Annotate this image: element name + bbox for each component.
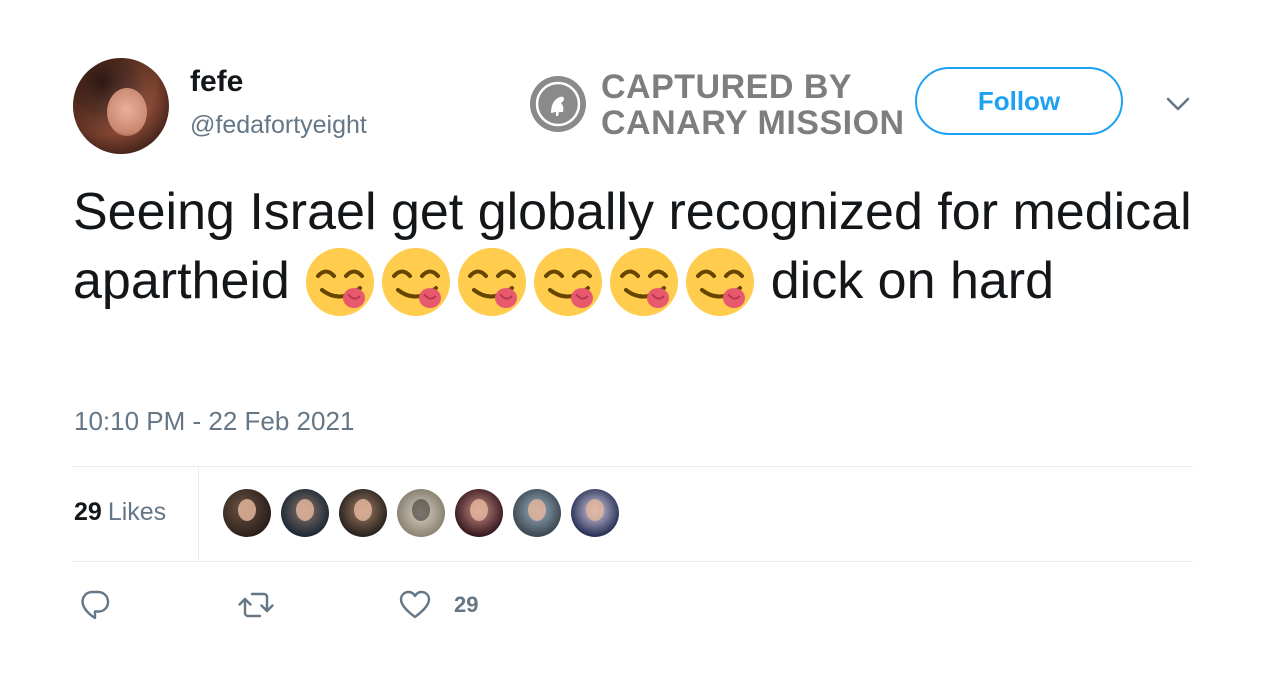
liker-avatar[interactable] [455,489,503,537]
heart-icon [399,590,431,619]
liker-avatar[interactable] [281,489,329,537]
tweet-timestamp[interactable]: 10:10 PM - 22 Feb 2021 [74,405,354,437]
liker-avatar[interactable] [513,489,561,537]
likes-label: Likes [107,498,167,526]
watermark-line-1: CAPTURED BY [601,68,853,106]
emoji-row [304,248,756,316]
likes-stat[interactable]: 29 Likes [74,496,166,528]
liker-avatar[interactable] [223,489,271,537]
author-avatar[interactable] [73,58,169,154]
stats-divider [198,467,199,561]
yum-emoji-icon [534,248,603,316]
reply-button[interactable] [79,588,111,622]
yum-emoji-icon [610,248,679,316]
like-button[interactable]: 29 [398,588,478,622]
follow-button[interactable]: Follow [915,67,1123,135]
likes-count: 29 [74,498,102,526]
tweet-text: Seeing Israel get globally recognized fo… [73,178,1193,318]
divider-top [73,466,1193,467]
canary-mission-logo [530,76,586,132]
tweet-text-after: dick on hard [756,252,1055,310]
author-handle[interactable]: @fedafortyeight [190,110,367,140]
watermark-text: CAPTURED BY CANARY MISSION [601,70,905,142]
yum-emoji-icon [458,248,527,316]
retweet-icon [238,592,274,618]
divider-bottom [73,561,1193,562]
liker-avatars [223,489,629,539]
watermark-line-2: CANARY MISSION [601,104,905,142]
yum-emoji-icon [686,248,755,316]
liker-avatar[interactable] [397,489,445,537]
liker-avatar[interactable] [571,489,619,537]
yum-emoji-icon [306,248,375,316]
avatar-face [107,88,147,136]
author-display-name[interactable]: fefe [190,64,243,100]
like-count: 29 [454,592,479,617]
reply-icon [81,590,110,620]
liker-avatar[interactable] [339,489,387,537]
retweet-button[interactable] [237,588,275,622]
chevron-down-icon[interactable] [1163,92,1193,116]
yum-emoji-icon [382,248,451,316]
